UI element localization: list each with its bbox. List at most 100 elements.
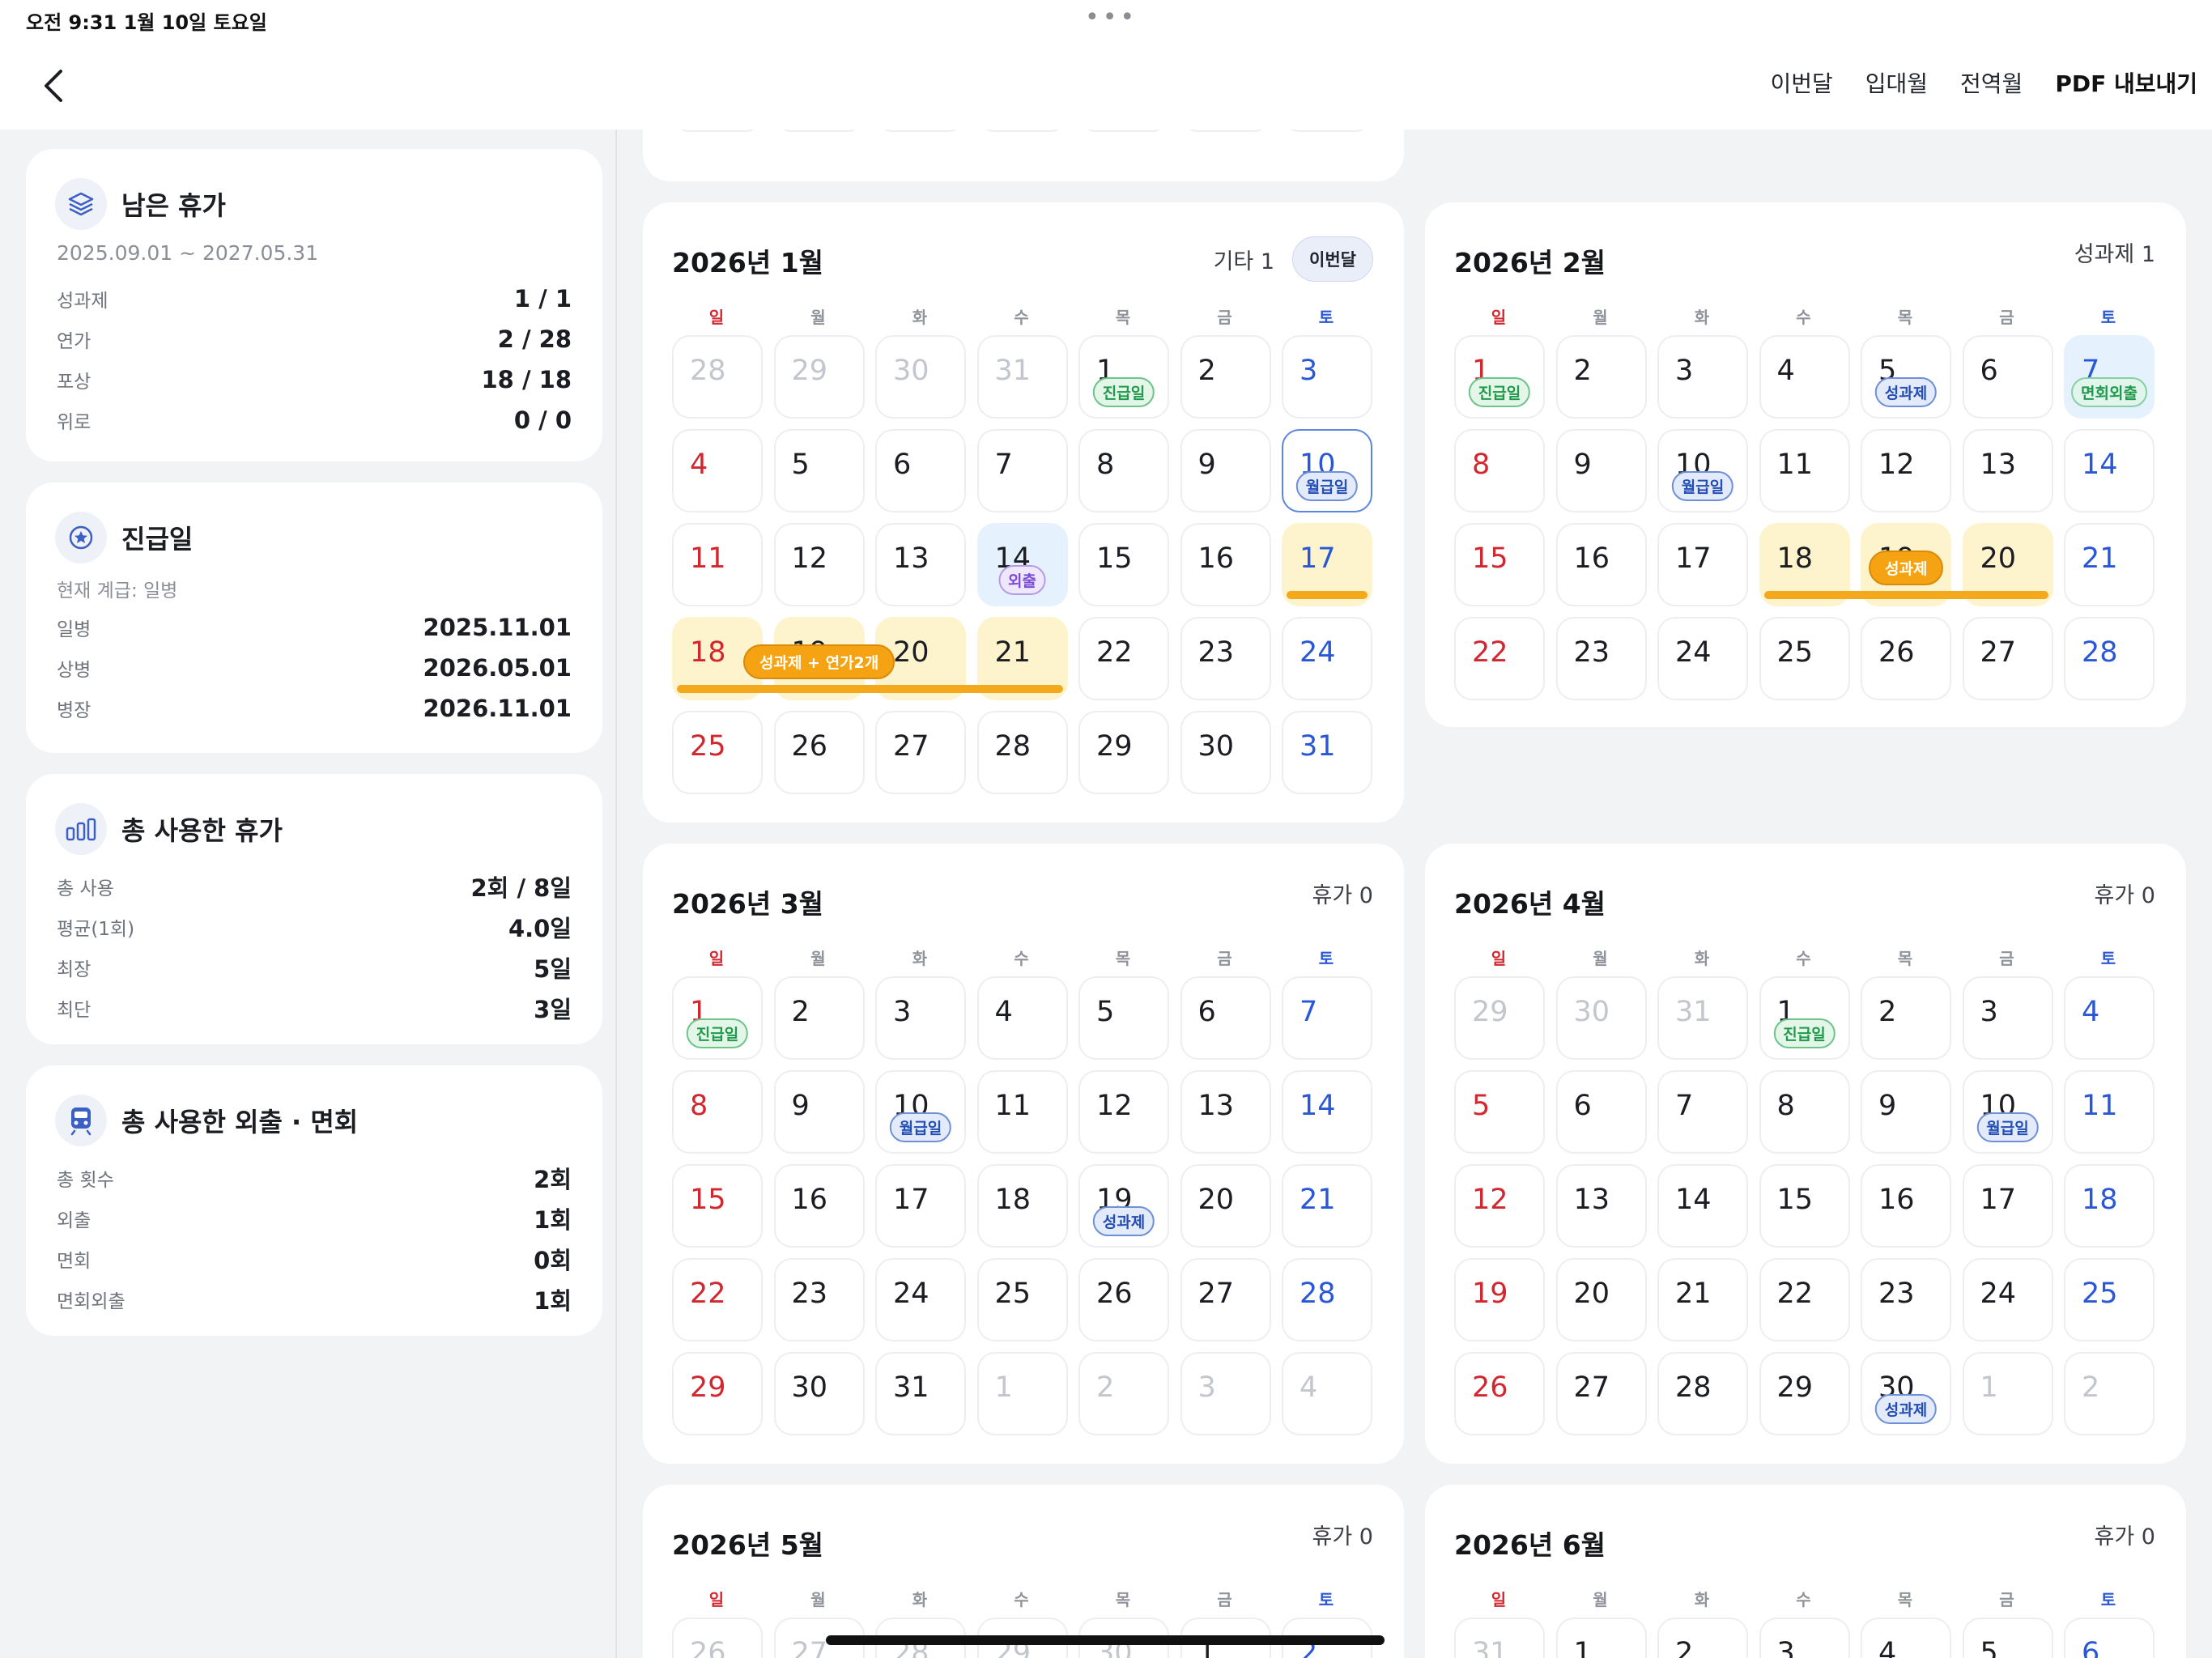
this-month-button[interactable]: 이번달 [1770,66,1832,99]
day-cell[interactable]: 26 [773,711,865,794]
day-cell[interactable]: 6 [875,429,966,512]
day-cell[interactable] [976,130,1068,132]
day-cell[interactable]: 12 [773,523,865,606]
day-cell[interactable]: 1 진급일 [672,976,763,1060]
home-indicator[interactable] [826,1635,1385,1645]
day-cell[interactable]: 25 [672,711,763,794]
day-cell[interactable]: 24 [1962,1258,2053,1341]
day-cell[interactable]: 9 [1180,429,1271,512]
day-cell[interactable]: 31 [1282,711,1372,794]
day-cell[interactable]: 26 [1454,1352,1545,1435]
day-cell[interactable]: 4 [976,976,1068,1060]
day-cell[interactable]: 27 [875,711,966,794]
day-cell[interactable]: 20 [1180,1164,1271,1248]
back-button[interactable] [29,62,78,110]
day-cell[interactable]: 30 성과제 [1861,1352,1951,1435]
day-cell[interactable]: 29 [672,1352,763,1435]
day-cell[interactable]: 25 [2064,1258,2155,1341]
day-cell[interactable]: 12 [1078,1070,1169,1154]
day-cell[interactable]: 7 면회외출 [2064,335,2155,419]
day-cell[interactable]: 17 [875,1164,966,1248]
day-cell[interactable]: 3 [1759,1618,1850,1658]
day-cell[interactable] [1078,130,1169,132]
day-cell[interactable]: 2 [1078,1352,1169,1435]
day-cell[interactable]: 23 [773,1258,865,1341]
leave-range-label[interactable]: 성과제 [1869,551,1944,585]
day-cell[interactable]: 1 진급일 [1454,335,1545,419]
day-cell[interactable]: 3 [1282,335,1372,419]
day-cell[interactable]: 6 [2064,1618,2155,1658]
day-cell[interactable]: 22 [1454,617,1545,700]
day-cell[interactable]: 12 [1861,429,1951,512]
day-cell[interactable]: 31 [1454,1618,1545,1658]
discharge-month-button[interactable]: 전역월 [1960,66,2023,99]
day-cell[interactable]: 21 [1282,1164,1372,1248]
day-cell[interactable]: 28 [976,711,1068,794]
day-cell[interactable]: 5 [1454,1070,1545,1154]
day-cell[interactable]: 17 [1962,1164,2053,1248]
day-cell[interactable]: 24 [1657,617,1748,700]
day-cell[interactable]: 10 월급일 [1962,1070,2053,1154]
day-cell[interactable]: 22 [1078,617,1169,700]
enlist-month-button[interactable]: 입대월 [1865,66,1928,99]
day-cell[interactable]: 3 [875,976,966,1060]
day-cell[interactable]: 10 월급일 [1282,429,1372,512]
day-cell[interactable]: 4 [1759,335,1850,419]
day-cell[interactable]: 4 [1282,1352,1372,1435]
day-cell[interactable]: 3 [1962,976,2053,1060]
day-cell[interactable]: 14 [1282,1070,1372,1154]
day-cell[interactable]: 26 [1078,1258,1169,1341]
day-cell[interactable]: 1 [976,1352,1068,1435]
day-cell[interactable]: 31 [875,1352,966,1435]
day-cell[interactable]: 13 [1555,1164,1647,1248]
day-cell[interactable] [672,130,763,132]
day-cell[interactable]: 29 [773,335,865,419]
day-cell[interactable]: 8 [1759,1070,1850,1154]
day-cell[interactable]: 31 [1657,976,1748,1060]
day-cell[interactable]: 23 [1180,617,1271,700]
day-cell[interactable]: 11 [2064,1070,2155,1154]
day-cell[interactable]: 22 [1759,1258,1850,1341]
day-cell[interactable]: 14 [2064,429,2155,512]
day-cell[interactable]: 18 [2064,1164,2155,1248]
pdf-export-button[interactable]: PDF 내보내기 [2055,66,2197,99]
day-cell[interactable]: 26 [1861,617,1951,700]
day-cell[interactable]: 24 [1282,617,1372,700]
day-cell[interactable]: 21 [1657,1258,1748,1341]
day-cell[interactable]: 24 [875,1258,966,1341]
day-cell[interactable]: 14 외출 [976,523,1068,606]
day-cell[interactable]: 29 [1759,1352,1850,1435]
day-cell[interactable]: 16 [1555,523,1647,606]
day-cell[interactable]: 11 [1759,429,1850,512]
day-cell[interactable]: 20 [1555,1258,1647,1341]
day-cell[interactable]: 9 [1861,1070,1951,1154]
day-cell[interactable]: 16 [1180,523,1271,606]
day-cell[interactable]: 13 [1180,1070,1271,1154]
day-cell[interactable]: 30 [875,335,966,419]
day-cell[interactable]: 19 [1454,1258,1545,1341]
day-cell[interactable]: 23 [1555,617,1647,700]
day-cell[interactable]: 9 [773,1070,865,1154]
day-cell[interactable]: 27 [1962,617,2053,700]
day-cell[interactable]: 30 [1180,711,1271,794]
day-cell[interactable]: 3 [1657,335,1748,419]
day-cell[interactable]: 5 성과제 [1861,335,1951,419]
day-cell[interactable]: 15 [1454,523,1545,606]
day-cell[interactable]: 13 [875,523,966,606]
day-cell[interactable]: 5 [1962,1618,2053,1658]
day-cell[interactable]: 30 [1555,976,1647,1060]
day-cell[interactable]: 11 [672,523,763,606]
day-cell[interactable]: 7 [1282,976,1372,1060]
day-cell[interactable]: 26 [672,1618,763,1658]
day-cell[interactable]: 27 [1180,1258,1271,1341]
day-cell[interactable]: 4 [2064,976,2155,1060]
day-cell[interactable]: 29 [1078,711,1169,794]
this-month-pill[interactable]: 이번달 [1292,236,1373,282]
day-cell[interactable]: 10 월급일 [1657,429,1748,512]
day-cell[interactable]: 1 진급일 [1759,976,1850,1060]
day-cell[interactable]: 6 [1555,1070,1647,1154]
day-cell[interactable]: 30 [773,1352,865,1435]
day-cell[interactable]: 11 [976,1070,1068,1154]
day-cell[interactable]: 4 [1861,1618,1951,1658]
day-cell[interactable]: 2 [2064,1352,2155,1435]
